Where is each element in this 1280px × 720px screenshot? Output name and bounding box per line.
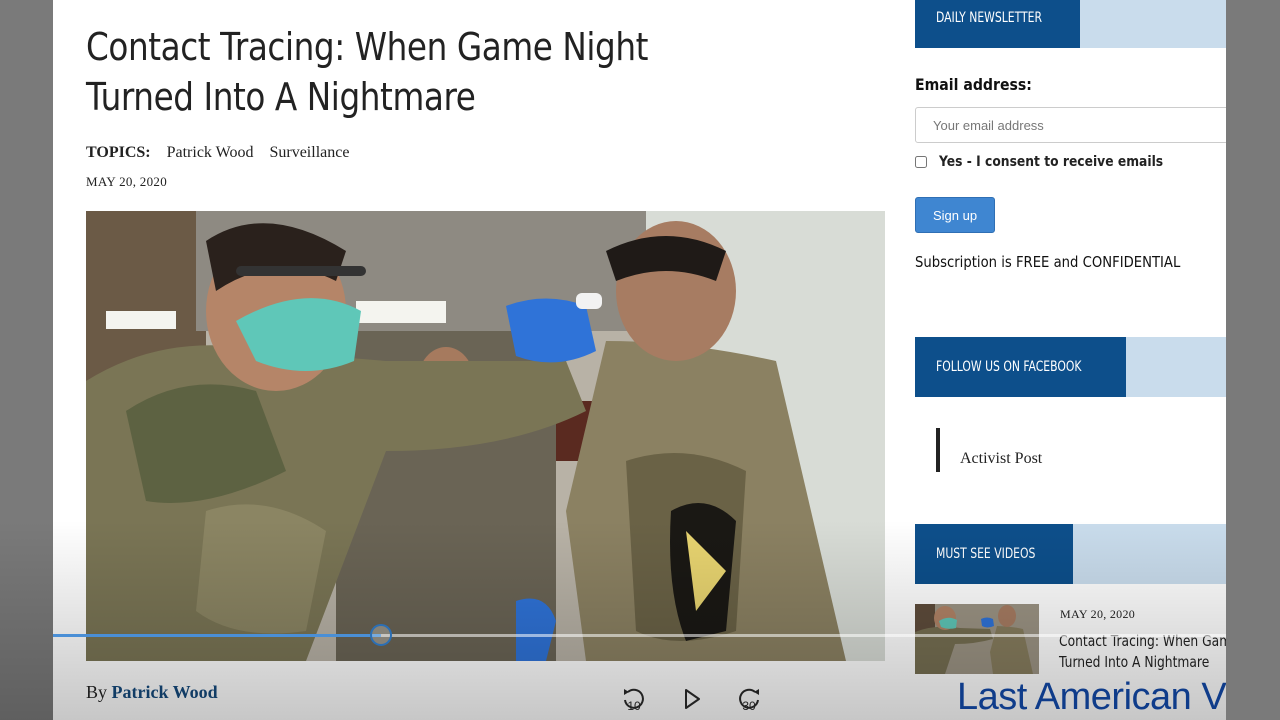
facebook-header-tab: FOLLOW US ON FACEBOOK (915, 337, 1127, 397)
newsletter-heading: DAILY NEWSLETTER (936, 10, 1043, 26)
seek-bar[interactable] (53, 624, 1226, 646)
consent-label: Yes - I consent to receive emails (939, 154, 1164, 170)
video-thumbnail-illustration (915, 604, 1039, 674)
email-label: Email address: (915, 75, 1032, 94)
video-thumbnail[interactable] (915, 604, 1039, 674)
topics-label: TOPICS: (86, 144, 151, 161)
author-link[interactable]: Patrick Wood (112, 682, 218, 702)
right-gutter (1226, 0, 1280, 720)
article-byline: By Patrick Wood (86, 682, 218, 703)
videos-header-tab: MUST SEE VIDEOS (915, 524, 1073, 584)
videos-header: MUST SEE VIDEOS (915, 524, 1226, 584)
videos-heading: MUST SEE VIDEOS (936, 546, 1036, 562)
topic-link-patrick-wood[interactable]: Patrick Wood (167, 144, 254, 162)
video-title-link[interactable]: Contact Tracing: When Gam Turned Into A … (1059, 631, 1226, 673)
signup-button[interactable]: Sign up (915, 197, 995, 233)
topic-link-surveillance[interactable]: Surveillance (269, 144, 349, 162)
email-input[interactable] (915, 107, 1226, 143)
subscription-note: Subscription is FREE and CONFIDENTIAL (915, 253, 1181, 271)
web-page: Contact Tracing: When Game Night Turned … (53, 0, 1226, 720)
facebook-header: FOLLOW US ON FACEBOOK (915, 337, 1226, 397)
play-icon (685, 689, 700, 709)
rewind-seconds: 10 (627, 699, 641, 713)
play-button[interactable] (676, 684, 706, 714)
article-topics: TOPICS: Patrick Wood Surveillance (86, 144, 349, 162)
byline-prefix: By (86, 682, 108, 702)
channel-watermark: Last American V (957, 676, 1227, 718)
rewind-button[interactable]: 10 (619, 684, 649, 714)
video-date: MAY 20, 2020 (1060, 607, 1136, 621)
forward-button[interactable]: 30 (734, 684, 764, 714)
article-date: MAY 20, 2020 (86, 174, 168, 189)
article-title: Contact Tracing: When Game Night Turned … (86, 25, 649, 119)
forward-seconds: 30 (742, 699, 756, 713)
video-title-line-2: Turned Into A Nightmare (1059, 653, 1210, 671)
facebook-page-link[interactable]: Activist Post (960, 450, 1042, 468)
newsletter-header-tab: DAILY NEWSLETTER (915, 0, 1081, 48)
consent-row[interactable]: Yes - I consent to receive emails (915, 154, 1194, 170)
soldiers-temperature-check-illustration (86, 211, 885, 661)
facebook-divider (936, 428, 940, 472)
seek-bar-progress (53, 634, 382, 637)
consent-checkbox[interactable] (915, 156, 927, 168)
article-hero-image (86, 211, 885, 661)
newsletter-header: DAILY NEWSLETTER (915, 0, 1226, 48)
facebook-heading: FOLLOW US ON FACEBOOK (936, 359, 1082, 375)
